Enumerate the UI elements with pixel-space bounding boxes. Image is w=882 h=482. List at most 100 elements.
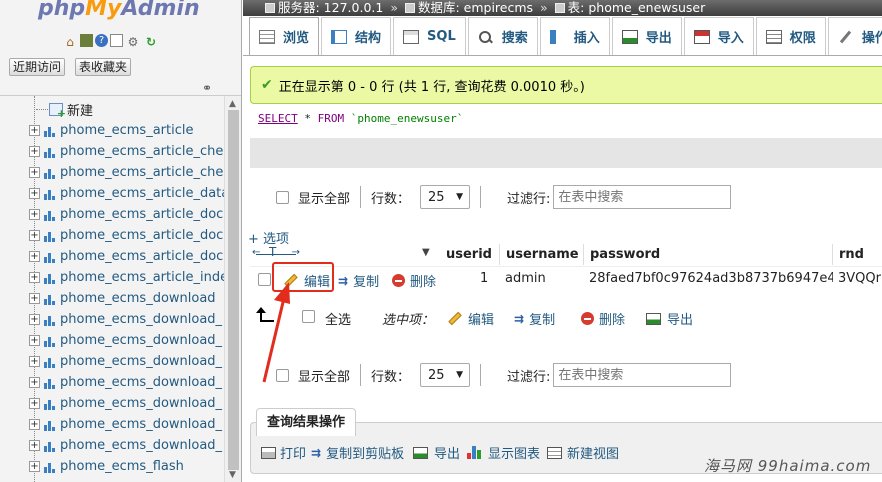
expand-icon[interactable]: + bbox=[29, 146, 40, 157]
tree-table-item[interactable]: + phome_ecms_download_ bbox=[0, 330, 224, 351]
favorite-tables-button[interactable]: 表收藏夹 bbox=[75, 58, 132, 76]
display-chart-button[interactable]: 显示图表 bbox=[467, 443, 540, 462]
logout-icon[interactable] bbox=[80, 34, 93, 47]
tree-table-label: phome_ecms_download_ bbox=[60, 417, 223, 432]
expand-icon[interactable]: + bbox=[29, 293, 40, 304]
nav-scrollbar[interactable]: ▲ ▼ bbox=[224, 96, 241, 482]
phpmyadmin-logo[interactable]: phpMyAdmin bbox=[38, 0, 200, 21]
scroll-down-icon[interactable]: ▼ bbox=[229, 470, 236, 480]
tab-sql[interactable]: SQL bbox=[393, 17, 466, 55]
home-icon[interactable]: ⌂ bbox=[62, 34, 78, 50]
row-delete-button[interactable]: 删除 bbox=[392, 271, 436, 290]
expand-icon[interactable]: + bbox=[29, 377, 40, 388]
table-chart-icon bbox=[44, 439, 58, 452]
sort-dropdown-icon[interactable]: ▼ bbox=[422, 247, 430, 258]
privileges-icon bbox=[765, 29, 782, 44]
scrollbar-thumb[interactable] bbox=[228, 110, 239, 470]
tree-table-item[interactable]: + phome_ecms_article_che bbox=[0, 162, 224, 183]
copy-clipboard-button[interactable]: ⇉ 复制到剪贴板 bbox=[311, 443, 404, 463]
bulk-delete-button[interactable]: 删除 bbox=[581, 309, 625, 328]
expand-icon[interactable]: + bbox=[29, 251, 40, 262]
cell-userid: 1 bbox=[480, 271, 489, 286]
create-view-button[interactable]: 新建视图 bbox=[547, 443, 619, 462]
tree-table-item[interactable]: + phome_ecms_article_data bbox=[0, 183, 224, 204]
reload-icon[interactable]: ↻ bbox=[143, 34, 159, 50]
docs-icon[interactable] bbox=[110, 34, 123, 47]
table-chart-icon bbox=[44, 250, 58, 263]
sql-query: SELECT * FROM `phome_enewsuser` bbox=[250, 106, 882, 138]
breadcrumb-server[interactable]: 服务器: 127.0.0.1 bbox=[278, 0, 383, 15]
column-header-userid[interactable]: userid bbox=[440, 244, 499, 265]
breadcrumb-table[interactable]: 表: phome_enewsuser bbox=[568, 0, 706, 15]
tree-table-item[interactable]: + phome_ecms_article_doc bbox=[0, 246, 224, 267]
print-button[interactable]: 打印 bbox=[261, 443, 306, 462]
export-button[interactable]: 导出 bbox=[413, 443, 460, 462]
tree-table-item[interactable]: + phome_ecms_article bbox=[0, 120, 224, 141]
tree-table-item[interactable]: + phome_ecms_article_doc bbox=[0, 225, 224, 246]
expand-icon[interactable]: + bbox=[29, 335, 40, 346]
rows-select-bottom[interactable]: 25 ▼ bbox=[420, 363, 471, 387]
table-chart-icon bbox=[44, 313, 58, 326]
tree-table-item[interactable]: + phome_ecms_download_ bbox=[0, 351, 224, 372]
tab-operations[interactable]: 操作 bbox=[827, 17, 882, 55]
bulk-edit-button[interactable]: 编辑 bbox=[448, 309, 494, 328]
link-panels-icon[interactable]: ⚭ bbox=[202, 81, 212, 95]
tree-table-item[interactable]: + phome_ecms_download bbox=[0, 288, 224, 309]
filter-input[interactable] bbox=[553, 185, 732, 209]
tree-table-item[interactable]: + phome_ecms_download_ bbox=[0, 372, 224, 393]
tree-table-item[interactable]: + phome_ecms_flash bbox=[0, 456, 224, 477]
expand-icon[interactable]: + bbox=[29, 419, 40, 430]
sql-select-keyword[interactable]: SELECT bbox=[258, 112, 298, 125]
tab-search[interactable]: 搜索 bbox=[467, 17, 538, 55]
tree-table-item[interactable]: + phome_ecms_article_inde bbox=[0, 267, 224, 288]
tree-table-item[interactable]: + phome_ecms_download_ bbox=[0, 393, 224, 414]
tab-structure[interactable]: 结构 bbox=[321, 17, 392, 55]
expand-icon[interactable]: + bbox=[29, 398, 40, 409]
table-chart-icon bbox=[44, 397, 58, 410]
tab-import[interactable]: 导入 bbox=[683, 17, 754, 55]
expand-icon[interactable]: + bbox=[29, 230, 40, 241]
show-all-checkbox[interactable] bbox=[276, 190, 289, 204]
breadcrumb-database[interactable]: 数据库: empirecms bbox=[418, 0, 533, 15]
expand-icon[interactable]: + bbox=[29, 167, 40, 178]
tree-table-item[interactable]: + phome_ecms_download_ bbox=[0, 435, 224, 456]
tree-table-item[interactable]: + phome_ecms_download_ bbox=[0, 414, 224, 435]
filter-input-bottom[interactable] bbox=[553, 363, 732, 387]
column-header-username[interactable]: username bbox=[499, 244, 583, 265]
tab-privileges[interactable]: 权限 bbox=[755, 17, 826, 55]
help-icon[interactable]: ? bbox=[95, 34, 108, 47]
arrow-right-icon: → bbox=[291, 247, 300, 258]
bulk-export-button[interactable]: 导出 bbox=[646, 309, 693, 328]
tab-insert[interactable]: 插入 bbox=[539, 17, 610, 55]
row-copy-button[interactable]: ⇉ 复制 bbox=[338, 271, 379, 291]
expand-icon[interactable]: + bbox=[29, 356, 40, 367]
expand-icon[interactable]: + bbox=[29, 209, 40, 220]
column-resize-arrows[interactable]: ← T → bbox=[252, 245, 300, 260]
column-header-rnd[interactable]: rnd bbox=[832, 244, 882, 265]
column-header-password[interactable]: password bbox=[583, 244, 832, 265]
navigation-panel: phpMyAdmin ⌂ ? ⚙ ↻ 近期访问 表收藏夹 ⚭ 新建 + phome… bbox=[0, 0, 242, 482]
recent-tables-button[interactable]: 近期访问 bbox=[9, 58, 66, 76]
expand-icon[interactable]: + bbox=[29, 272, 40, 283]
tree-table-item[interactable]: + phome_ecms_article_che bbox=[0, 141, 224, 162]
tab-browse[interactable]: 浏览 bbox=[249, 17, 320, 55]
tab-export[interactable]: 导出 bbox=[611, 17, 682, 55]
tree-table-item[interactable]: + phome_ecms_article_doc bbox=[0, 204, 224, 225]
rows-select[interactable]: 25 ▼ bbox=[420, 185, 471, 209]
check-all-label[interactable]: 全选 bbox=[325, 309, 351, 328]
expand-icon[interactable]: + bbox=[29, 461, 40, 472]
scroll-up-icon[interactable]: ▲ bbox=[229, 99, 236, 109]
tree-new-item[interactable]: 新建 bbox=[0, 99, 224, 120]
expand-icon[interactable]: + bbox=[29, 314, 40, 325]
export-icon bbox=[413, 446, 428, 459]
bulk-copy-button[interactable]: ⇉ 复制 bbox=[514, 309, 555, 329]
expand-icon[interactable]: + bbox=[29, 125, 40, 136]
show-all-checkbox-bottom[interactable] bbox=[276, 368, 289, 382]
expand-icon[interactable]: + bbox=[29, 188, 40, 199]
table-chart-icon bbox=[44, 145, 58, 158]
query-ops-title: 查询结果操作 bbox=[256, 408, 357, 436]
expand-icon[interactable]: + bbox=[29, 440, 40, 451]
settings-icon[interactable]: ⚙ bbox=[125, 34, 141, 50]
check-all-checkbox[interactable] bbox=[302, 310, 315, 323]
tree-table-item[interactable]: + phome_ecms_download_ bbox=[0, 309, 224, 330]
